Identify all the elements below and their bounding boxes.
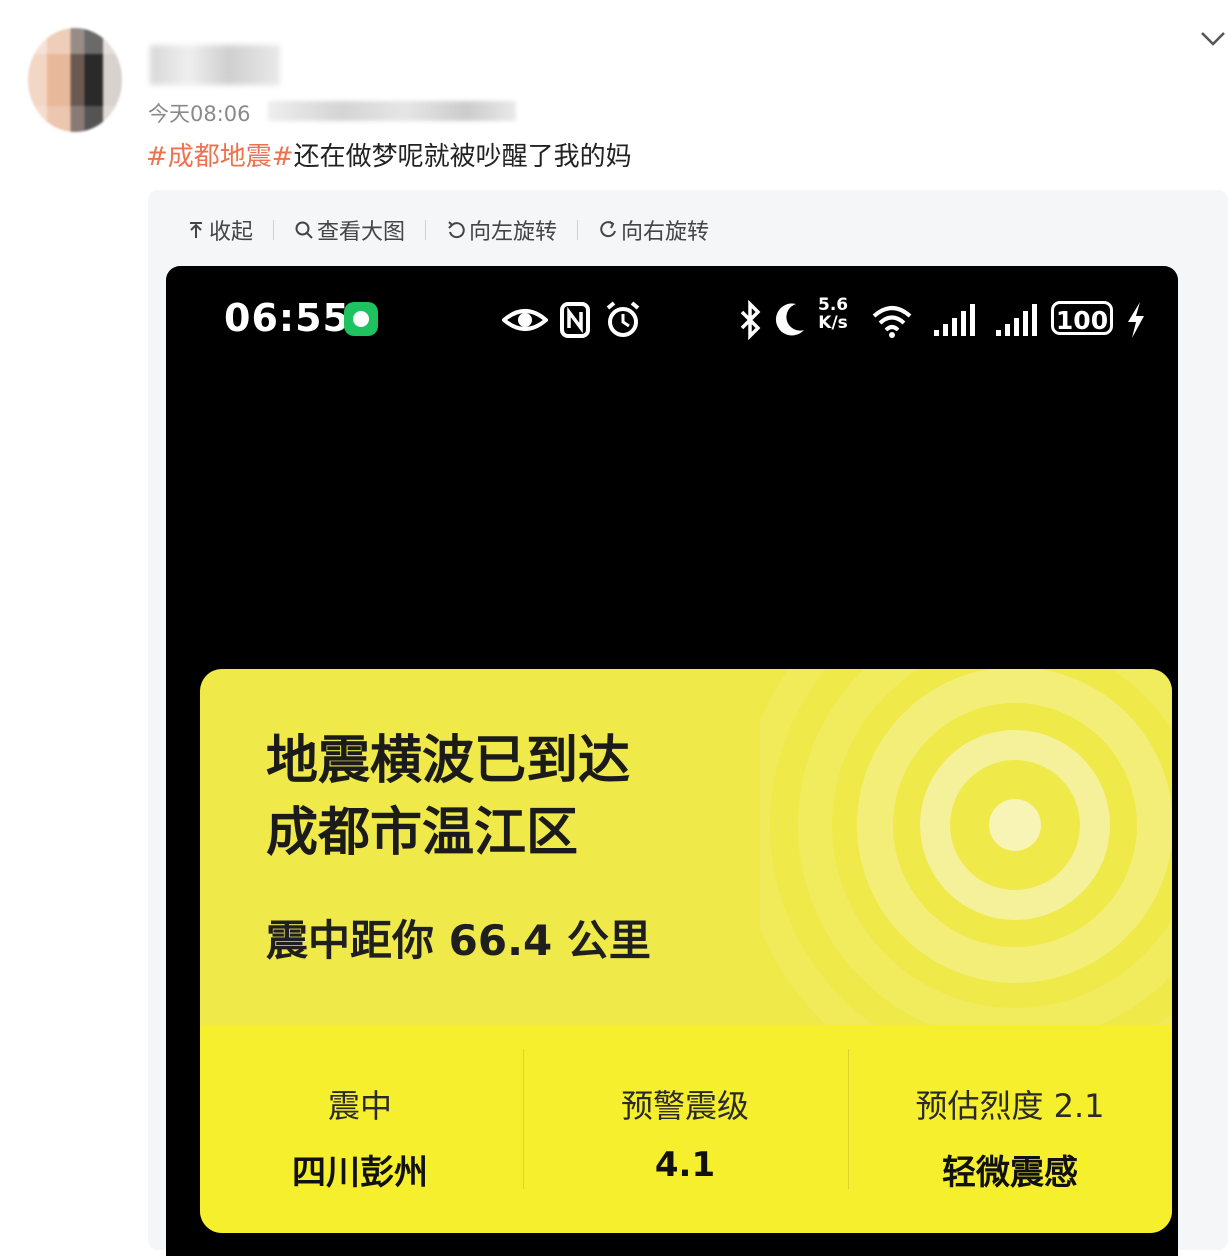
toolbar-divider bbox=[425, 220, 427, 240]
network-speed: 5.6 K/s bbox=[818, 296, 848, 332]
rotate-left-icon bbox=[448, 221, 465, 239]
bluetooth-icon bbox=[740, 300, 761, 340]
post-time: 今天08:06 bbox=[148, 102, 251, 126]
rotate-right-label: 向右旋转 bbox=[621, 220, 710, 245]
moon-icon bbox=[775, 303, 804, 336]
alarm-icon bbox=[606, 301, 640, 337]
alert-headline: 地震横波已到达 成都市温江区 bbox=[266, 725, 630, 869]
search-icon bbox=[295, 221, 313, 239]
alert-headline-line2: 成都市温江区 bbox=[266, 803, 579, 863]
post-source-blurred bbox=[268, 101, 516, 121]
network-speed-unit: K/s bbox=[818, 313, 848, 333]
intensity-value: 轻微震感 bbox=[942, 1153, 1078, 1193]
collapse-button[interactable]: 收起 bbox=[186, 214, 253, 246]
epicenter-distance: 震中距你 66.4 公里 bbox=[266, 916, 651, 965]
earthquake-alert-card[interactable]: 地震横波已到达 成都市温江区 震中距你 66.4 公里 震中 四川彭州 预警震级… bbox=[200, 669, 1172, 1233]
status-time: 06:55 bbox=[224, 296, 350, 340]
nfc-icon bbox=[560, 302, 590, 338]
intensity-info: 预估烈度 2.1 轻微震感 bbox=[860, 1081, 1160, 1194]
post-content: #成都地震#还在做梦呢就被吵醒了我的妈 bbox=[146, 136, 632, 173]
magnitude-info: 预警震级 4.1 bbox=[535, 1081, 835, 1185]
signal-icon bbox=[996, 304, 1037, 336]
toolbar-divider bbox=[577, 220, 579, 240]
seismic-wave-icon bbox=[760, 669, 1172, 1069]
charging-icon bbox=[1128, 302, 1144, 338]
hashtag-link[interactable]: #成都地震# bbox=[146, 142, 294, 172]
epicenter-value: 四川彭州 bbox=[292, 1153, 428, 1193]
phone-screenshot[interactable]: 06:55 5.6 K/s 100 地震横波已到达 成都市温江区 震中距你 66… bbox=[166, 266, 1178, 1256]
arrow-up-icon bbox=[190, 222, 202, 238]
epicenter-info: 震中 四川彭州 bbox=[210, 1081, 510, 1194]
rotate-left-button[interactable]: 向左旋转 bbox=[446, 214, 557, 246]
alert-headline-line1: 地震横波已到达 bbox=[266, 731, 631, 791]
rotate-right-button[interactable]: 向右旋转 bbox=[598, 214, 709, 246]
rotate-right-icon bbox=[600, 221, 617, 238]
signal-icon bbox=[934, 304, 975, 336]
info-divider bbox=[523, 1049, 524, 1189]
post-body-text: 还在做梦呢就被吵醒了我的妈 bbox=[293, 142, 632, 172]
eye-icon bbox=[502, 309, 548, 331]
collapse-label: 收起 bbox=[209, 220, 254, 245]
magnitude-label: 预警震级 bbox=[620, 1087, 749, 1125]
user-avatar[interactable] bbox=[28, 28, 122, 132]
chevron-down-icon[interactable] bbox=[1198, 24, 1228, 54]
battery-level: 100 bbox=[1051, 301, 1113, 335]
epicenter-label: 震中 bbox=[327, 1087, 392, 1125]
intensity-label: 预估烈度 2.1 bbox=[915, 1087, 1105, 1125]
username-blurred[interactable] bbox=[150, 45, 280, 85]
wifi-icon bbox=[872, 306, 912, 338]
view-large-button[interactable]: 查看大图 bbox=[294, 214, 405, 246]
info-divider bbox=[848, 1049, 849, 1189]
chat-app-icon bbox=[344, 302, 378, 336]
rotate-left-label: 向左旋转 bbox=[469, 220, 558, 245]
network-speed-value: 5.6 bbox=[818, 295, 849, 315]
view-large-label: 查看大图 bbox=[317, 220, 406, 245]
magnitude-value: 4.1 bbox=[654, 1145, 716, 1185]
image-toolbar: 收起 查看大图 向左旋转 向右旋转 bbox=[186, 212, 709, 248]
toolbar-divider bbox=[273, 220, 275, 240]
